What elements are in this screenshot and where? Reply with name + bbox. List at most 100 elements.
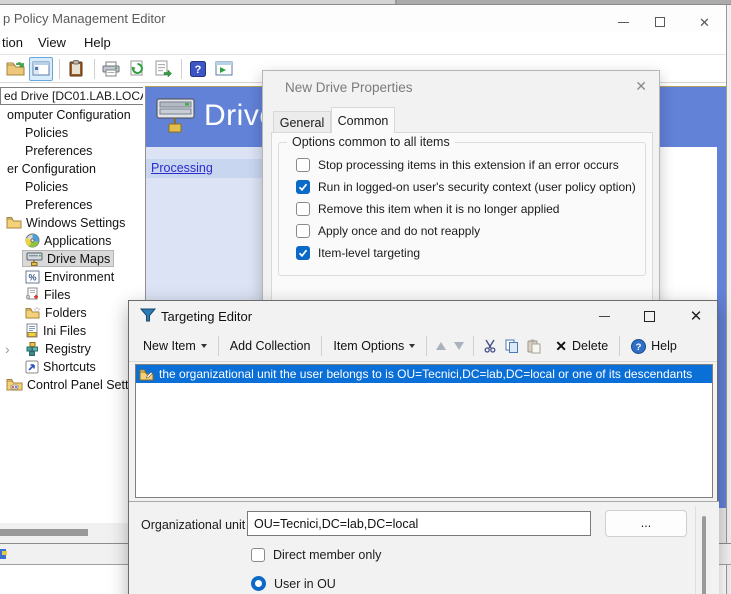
tree-item-label: Ini Files xyxy=(43,322,86,340)
tab-common[interactable]: Common xyxy=(331,107,395,133)
tree-item-user-configuration[interactable]: er Configuration xyxy=(0,160,143,178)
organizational-unit-input[interactable] xyxy=(247,511,591,536)
option-row-remove-when-no-longer-applied[interactable]: Remove this item when it is no longer ap… xyxy=(296,201,559,217)
tree-item-windows-settings[interactable]: Windows Settings xyxy=(0,214,143,232)
console-tree: ed Drive [DC01.LAB.LOCAomputer Configura… xyxy=(0,83,143,523)
tab-general[interactable]: General xyxy=(273,111,331,133)
toolbar-separator xyxy=(94,59,95,79)
option-row-apply-once[interactable]: Apply once and do not reapply xyxy=(296,223,480,239)
clipboard-icon[interactable] xyxy=(64,57,88,81)
delete-button[interactable]: ✕ Delete xyxy=(549,334,614,359)
detail-vertical-scrollbar[interactable] xyxy=(695,506,711,594)
tree-item-user-policies[interactable]: Policies xyxy=(0,178,143,196)
tree-item-computer-policies[interactable]: Policies xyxy=(0,124,143,142)
tree-item-files[interactable]: Files xyxy=(0,286,143,304)
tree-item-applications[interactable]: Applications xyxy=(0,232,143,250)
tree-horizontal-scrollbar[interactable] xyxy=(0,523,143,543)
scrollbar-thumb[interactable] xyxy=(0,529,88,536)
help-box-icon[interactable]: ? xyxy=(186,57,210,81)
option-row-run-user-context[interactable]: Run in logged-on user's security context… xyxy=(296,179,636,195)
add-collection-button-label: Add Collection xyxy=(230,339,311,353)
shortcut-icon xyxy=(25,360,39,374)
menu-tion[interactable]: tion xyxy=(2,35,23,50)
expander-chevron-icon[interactable]: › xyxy=(5,340,10,358)
tree-item-folders[interactable]: Folders xyxy=(0,304,143,322)
toolbar-separator xyxy=(619,336,620,356)
processing-link[interactable]: Processing xyxy=(151,161,213,175)
run-user-context-checkbox[interactable] xyxy=(296,180,310,194)
tree-item-environment[interactable]: %Environment xyxy=(0,268,143,286)
option-row-stop-processing[interactable]: Stop processing items in this extension … xyxy=(296,157,619,173)
tree-item-user-preferences[interactable]: Preferences xyxy=(0,196,143,214)
console-window-icon[interactable] xyxy=(29,57,53,81)
copy-button[interactable] xyxy=(501,335,523,357)
tree-root-node[interactable]: ed Drive [DC01.LAB.LOCA xyxy=(0,87,143,105)
tree-item-control-panel-settings[interactable]: Control Panel Sett xyxy=(0,376,143,394)
move-down-button[interactable] xyxy=(450,338,468,354)
drive-maps-header-icon xyxy=(152,95,200,142)
delete-label: Delete xyxy=(572,339,608,353)
option-label: Remove this item when it is no longer ap… xyxy=(318,202,559,216)
direct-member-label: Direct member only xyxy=(273,548,381,562)
tree-item-ini-files[interactable]: Ini Files xyxy=(0,322,143,340)
tree-item-label: Registry xyxy=(45,340,91,358)
targeting-item-row[interactable]: the organizational unit the user belongs… xyxy=(136,365,712,383)
registry-icon xyxy=(25,341,41,356)
stop-processing-checkbox[interactable] xyxy=(296,158,310,172)
te-minimize-button[interactable] xyxy=(589,301,619,331)
tree-item-label: omputer Configuration xyxy=(7,106,131,124)
tree-item-label: Policies xyxy=(25,178,68,196)
tree-item-shortcuts[interactable]: Shortcuts xyxy=(0,358,143,376)
direct-member-only-row[interactable]: Direct member only xyxy=(251,548,381,562)
option-label: Item-level targeting xyxy=(318,246,420,260)
user-in-ou-radio[interactable] xyxy=(251,576,266,591)
tree-item-computer-configuration[interactable]: omputer Configuration xyxy=(0,106,143,124)
te-maximize-button[interactable] xyxy=(634,301,664,331)
menu-help[interactable]: Help xyxy=(84,35,111,50)
new-item-button[interactable]: New Item xyxy=(137,335,213,357)
direct-member-checkbox[interactable] xyxy=(251,548,265,562)
help-button[interactable]: ?Help xyxy=(625,335,683,358)
minimize-button[interactable] xyxy=(618,22,629,23)
refresh-icon[interactable] xyxy=(125,57,149,81)
delete-x-icon: ✕ xyxy=(555,338,567,355)
option-row-item-level-targeting[interactable]: Item-level targeting xyxy=(296,245,420,261)
export-list-icon[interactable] xyxy=(151,57,175,81)
window-play-icon[interactable] xyxy=(212,57,236,81)
maximize-button[interactable] xyxy=(655,17,665,27)
tree-item-label: Environment xyxy=(44,268,114,286)
targeting-editor-window: Targeting Editor ✕ New ItemAdd Collectio… xyxy=(128,300,718,594)
te-close-button[interactable]: ✕ xyxy=(681,301,711,331)
folder-icon xyxy=(6,216,22,229)
menu-view[interactable]: View xyxy=(38,35,66,50)
remove-when-no-longer-applied-checkbox[interactable] xyxy=(296,202,310,216)
option-label: Stop processing items in this extension … xyxy=(318,158,619,172)
paste-button[interactable] xyxy=(523,335,549,358)
tree-item-label: Control Panel Sett xyxy=(27,376,128,394)
tree-item-label: Files xyxy=(44,286,70,304)
printer-icon[interactable] xyxy=(99,57,123,81)
add-collection-button[interactable]: Add Collection xyxy=(224,335,317,357)
detail-scrollbar-thumb[interactable] xyxy=(702,516,706,594)
user-in-ou-label: User in OU xyxy=(274,577,336,591)
move-up-button[interactable] xyxy=(432,338,450,354)
tree-item-registry[interactable]: › Registry xyxy=(0,340,143,358)
item-options-button[interactable]: Item Options xyxy=(327,335,421,357)
arrow-down-icon xyxy=(454,342,464,350)
tree-item-computer-preferences[interactable]: Preferences xyxy=(0,142,143,160)
open-folder-arrow-icon[interactable] xyxy=(3,57,27,81)
files-icon xyxy=(25,287,40,302)
close-button[interactable]: ✕ xyxy=(699,16,710,29)
toolbar-separator xyxy=(59,59,60,79)
cut-button[interactable] xyxy=(479,335,501,357)
tree-item-drive-maps[interactable]: Drive Maps xyxy=(0,250,143,268)
paste-icon xyxy=(527,339,541,354)
dialog-close-icon[interactable]: ✕ xyxy=(635,78,647,95)
item-level-targeting-checkbox[interactable] xyxy=(296,246,310,260)
tree-item-label: Windows Settings xyxy=(26,214,125,232)
user-in-ou-row[interactable]: User in OU xyxy=(251,576,336,591)
browse-button[interactable]: ... xyxy=(605,510,687,537)
option-label: Run in logged-on user's security context… xyxy=(318,180,636,194)
toolbar-separator xyxy=(218,336,219,356)
apply-once-checkbox[interactable] xyxy=(296,224,310,238)
